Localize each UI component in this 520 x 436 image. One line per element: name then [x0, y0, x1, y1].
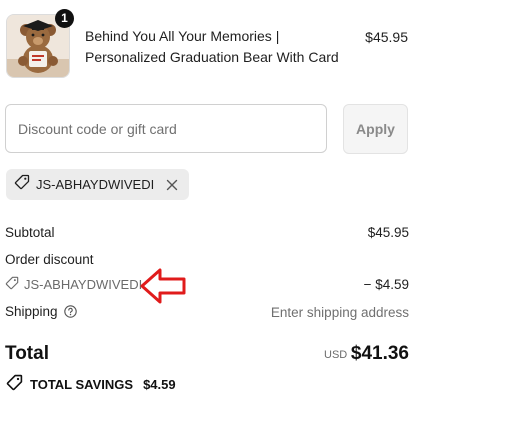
total-savings-label: TOTAL SAVINGS — [30, 376, 134, 392]
shipping-label-text: Shipping — [5, 304, 58, 319]
close-icon[interactable] — [164, 177, 180, 193]
order-discount-label: Order discount — [5, 252, 94, 267]
total-savings-amount: $4.59 — [143, 376, 176, 392]
quantity-badge: 1 — [55, 9, 74, 28]
order-discount-amount: − $4.59 — [363, 277, 409, 292]
product-title: Behind You All Your Memories | Personali… — [85, 28, 339, 65]
shipping-value: Enter shipping address — [270, 305, 409, 320]
applied-discount-chip: JS-ABHAYDWIVEDI — [6, 169, 190, 200]
total-label: Total — [5, 343, 49, 364]
help-icon[interactable] — [63, 305, 77, 318]
product-price: $45.95 — [365, 29, 408, 45]
applied-code-text: JS-ABHAYDWIVEDI — [36, 177, 155, 192]
total-currency: USD — [324, 349, 348, 361]
shipping-label: Shipping — [5, 304, 77, 319]
tag-icon — [6, 374, 23, 394]
red-arrow-annotation-icon — [140, 268, 186, 304]
tag-icon — [5, 276, 19, 293]
discount-code-input[interactable] — [5, 104, 327, 153]
tag-icon — [14, 174, 30, 195]
total-savings: TOTAL SAVINGS $4.59 — [6, 374, 176, 394]
subtotal-label: Subtotal — [5, 225, 55, 240]
order-discount-code: JS-ABHAYDWIVEDI — [5, 276, 142, 293]
subtotal-value: $45.95 — [367, 225, 409, 240]
order-discount-code-text: JS-ABHAYDWIVEDI — [24, 277, 143, 292]
apply-button[interactable]: Apply — [343, 104, 408, 154]
total-value: $41.36 — [350, 343, 409, 364]
